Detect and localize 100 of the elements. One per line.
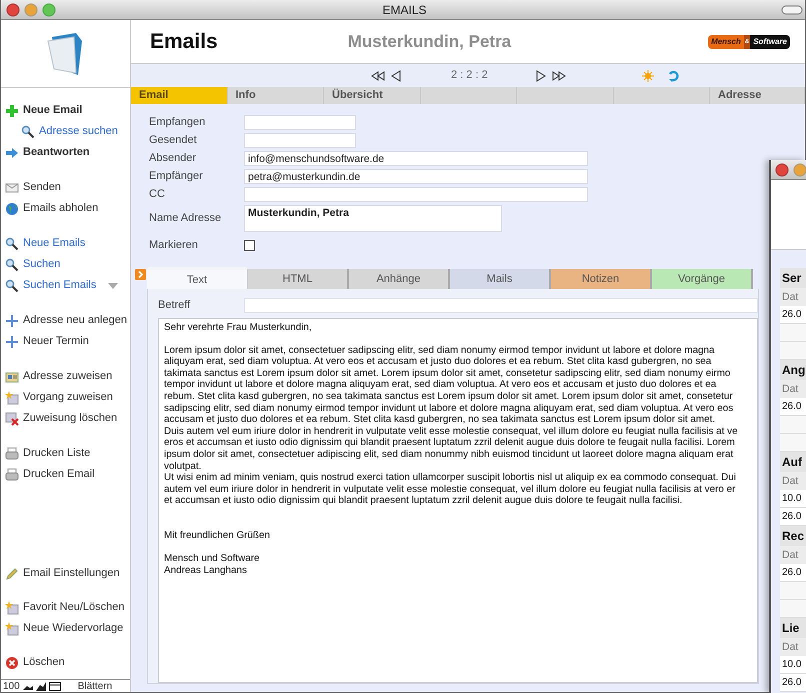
sidebar-item[interactable]: Vorgang zuweisen (1, 387, 130, 408)
column-header: Dat (780, 638, 806, 656)
input-field[interactable] (244, 114, 356, 130)
zoom-level[interactable]: 100 (3, 678, 20, 693)
email-body[interactable]: Sehr verehrte Frau Musterkundin, Lorem ipsum dolor sit amet, consectetuer sadipscing elitr, sed diam nonumy eirmod tempor invidunt ut labore et dolore magna aliquyam erat, sed diam voluptua. At vero eos et accusam et justo duo dolores et ea rebum. Stet clita kasd gubergren, no sea takimata sanctus est Lorem ipsum dolor sit amet. Lorem ipsum dolor sit amet, consetetur sadipscing elitr, sed diam nonumy eirmo tempor invidunt ut labore et dolore magna aliquyam erat, sed diam voluptua. At vero eos et accusam et justo duo dolores et ea rebum. Stet clita kasd gubergren, no sea takimata sanctus est Lorem ipsum dolor sit amet. Lorem ipsum dolor sit amet, consetetur sadipscing elitr, sed diam nonumy eirmod tempor invidunt ut labore et dolore magna aliquyam erat, sed diam voluptua. At vero eos accusam et justo duo dolores et ea rebum. Stet clita kasd gubergren, no sea takimata sanctus est Lorem ipsum dolor sit amet. Duis autem vel eum iriure dolor in hendrerit in vulputate velit esse molestie consequat, vel illum dolore eu feugiat nulla facilisis at ve eros et accumsan et iusto odio dignissim qui blandit praesent luptatum zzril delenit augue duis dolore te feugait nulla facilisi. Lorem ipsum dolor sit amet, consectetuer adipiscing elit, sed diam nonummy nibh euismod tincidunt ut laoreet dolore magna aliquam erat volutpat. Ut wisi enim ad minim veniam, quis nostrud exerci tation ullamcorper suscipit lobortis nisl ut aliquip ex ea commodo consequat. Dui autem vel eum iriure dolor in hendrerit in vulputate velit esse molestie consequat, vel illum dolore eu feugiat nulla facilisis at vero er et accumsan et iusto odio dignissim qui blandit praesent luptatum zzril delenit augue duis dolore te feugait nulla facilisi. Mit freundlichen Grüßen Mensch und Software Andreas Langhans (158, 318, 758, 683)
table-cell: 10.0 (780, 656, 806, 674)
sidebar-item[interactable]: Senden (1, 177, 130, 198)
input-field[interactable] (244, 186, 588, 202)
sidebar-item[interactable]: Beantworten (1, 142, 130, 163)
first-record-icon[interactable] (371, 70, 385, 80)
table-cell: 26.0 (780, 306, 806, 324)
tab[interactable]: HTML (248, 269, 349, 289)
sidebar-item[interactable]: Löschen (1, 652, 130, 673)
field-label: Name Adresse (149, 211, 222, 226)
section-title: Auf (780, 452, 806, 472)
input-field[interactable]: info@menschundsoftware.de (244, 150, 588, 166)
table-cell: 26.0 (780, 508, 806, 526)
logo-text: Mensch (708, 34, 744, 48)
folder-star-icon (5, 390, 19, 404)
section-title: Rec (780, 526, 806, 546)
printer-icon (5, 446, 19, 460)
sidebar-item[interactable]: Adresse suchen (1, 121, 130, 142)
sidebar-item[interactable]: Zuweisung löschen (1, 408, 130, 429)
window-controls-icon[interactable] (775, 162, 806, 176)
section-title: Ser (780, 268, 806, 288)
sidebar-item[interactable]: Neue Wiedervorlage (1, 618, 130, 639)
column-header: Dat (780, 288, 806, 306)
field-label: Empfänger (149, 168, 204, 184)
plus-icon (5, 334, 19, 348)
page-title: Emails (150, 28, 218, 55)
card-icon (5, 370, 19, 384)
pencil-icon (5, 566, 19, 580)
table-cell: 26.0 (780, 398, 806, 416)
column-header: Dat (780, 472, 806, 490)
remove-icon (5, 412, 19, 426)
column-header: Dat (780, 546, 806, 564)
folder-star-icon (5, 600, 19, 614)
field-label: Empfangen (149, 114, 206, 130)
sidebar-item[interactable]: Adresse zuweisen (1, 366, 130, 387)
refresh-icon[interactable] (668, 69, 680, 82)
window-icon[interactable] (48, 682, 61, 690)
mode-label: Blättern (78, 680, 112, 693)
last-record-icon[interactable] (552, 70, 566, 80)
search-icon (5, 258, 19, 272)
field-label: Betreff (158, 298, 192, 313)
field-label: Gesendet (149, 132, 198, 148)
field-label: Markieren (149, 238, 199, 254)
delete-icon (5, 656, 19, 670)
field-label: Absender (149, 150, 198, 166)
toolbar-toggle-icon[interactable] (781, 4, 803, 14)
window-title: EMAILS (381, 2, 428, 18)
sidebar-item[interactable]: Emails abholen (1, 198, 130, 219)
printer-icon (5, 468, 19, 482)
sidebar-item[interactable]: Suchen (1, 254, 130, 275)
sidebar-item[interactable]: Drucken Email (1, 464, 130, 485)
section-title: Lie (780, 618, 806, 638)
sidebar-item[interactable]: Suchen Emails (1, 275, 130, 296)
next-record-icon[interactable] (536, 70, 546, 82)
sidebar-item[interactable]: Favorit Neu/Löschen (1, 597, 130, 618)
tab[interactable]: Email (131, 87, 228, 104)
sidebar-item[interactable]: Drucken Liste (1, 443, 130, 464)
tab[interactable]: Text (147, 267, 248, 289)
globe-icon (5, 202, 19, 216)
empty-table-row (780, 324, 806, 342)
folder-star-icon (5, 622, 19, 636)
window-controls-icon[interactable] (6, 2, 58, 16)
zoom-in-icon[interactable] (36, 682, 46, 690)
table-cell: 26.0 (780, 674, 806, 692)
arrow-icon (5, 146, 19, 160)
plus-icon (5, 104, 19, 118)
input-field[interactable]: petra@musterkundin.de (244, 168, 588, 184)
previous-record-icon[interactable] (391, 70, 401, 82)
sidebar-item[interactable]: Adresse neu anlegen (1, 310, 130, 331)
search-icon (21, 124, 35, 138)
tab[interactable]: Anhänge (349, 269, 450, 289)
input-field[interactable] (244, 298, 758, 313)
plus-icon (5, 314, 19, 328)
sidebar-item[interactable]: Neue Emails (1, 233, 130, 254)
empty-table-row (780, 434, 806, 452)
sidebar-item[interactable]: Email Einstellungen (1, 563, 130, 584)
window-header-area (771, 180, 806, 250)
tab[interactable]: Notizen (551, 269, 652, 289)
table-cell: 26.0 (780, 564, 806, 582)
table-cell: 10.0 (780, 490, 806, 508)
search-icon (5, 278, 19, 292)
contact-name: Musterkundin, Petra (348, 30, 512, 53)
sidebar-item[interactable]: Neuer Termin (1, 331, 130, 352)
checkbox[interactable] (244, 240, 255, 251)
sidebar-item[interactable]: Neue Email (1, 100, 130, 121)
tab[interactable]: Mails (450, 269, 551, 289)
empty-table-row (780, 600, 806, 618)
logo-text: Software (750, 34, 790, 48)
field-label: CC (149, 186, 166, 202)
empty-table-row (780, 582, 806, 600)
envelope-icon (5, 180, 19, 194)
input-field[interactable] (244, 132, 356, 148)
input-field[interactable]: Musterkundin, Petra (244, 205, 502, 232)
section-title: Ang (780, 360, 806, 380)
tab[interactable]: Vorgänge (652, 269, 753, 289)
record-counter: 2 : 2 : 2 (451, 68, 488, 84)
